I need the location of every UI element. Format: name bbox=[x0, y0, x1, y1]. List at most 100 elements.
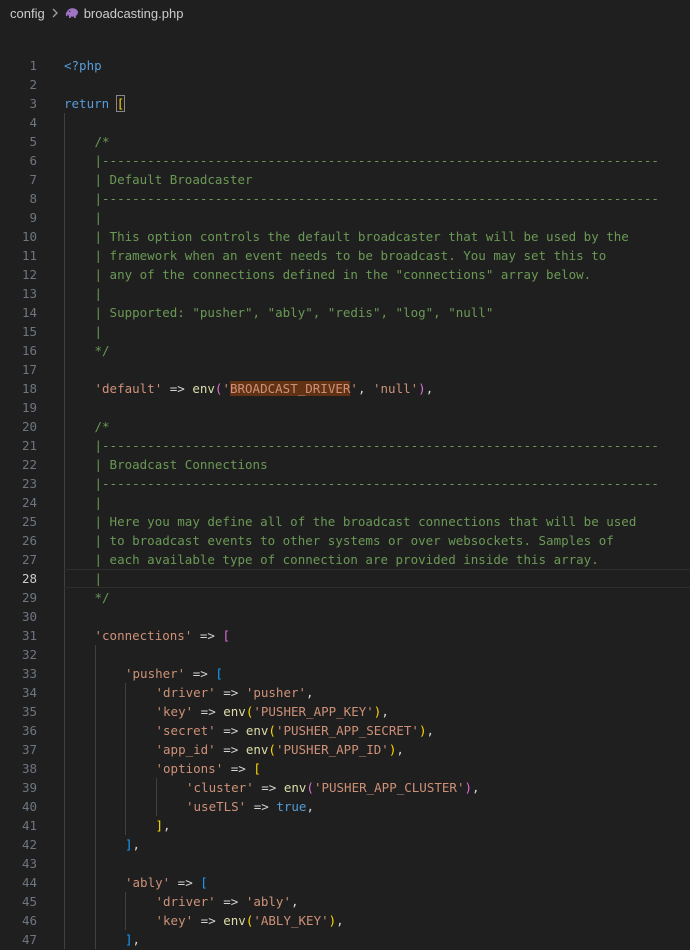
code-token: 'app_id' bbox=[155, 742, 216, 757]
code-line[interactable]: 13 | bbox=[0, 284, 690, 303]
code-line[interactable]: 1 <?php bbox=[0, 56, 690, 75]
line-number: 20 bbox=[21, 419, 37, 434]
breadcrumb-file[interactable]: broadcasting.php bbox=[84, 6, 184, 21]
line-code: | Here you may define all of the broadca… bbox=[95, 512, 637, 531]
indent-guide bbox=[94, 683, 96, 702]
indent-guide bbox=[64, 797, 65, 816]
code-line[interactable]: 44 'ably' => [ bbox=[0, 873, 690, 892]
code-line[interactable]: 14 | Supported: "pusher", "ably", "redis"… bbox=[0, 303, 690, 322]
code-line[interactable]: 29 */ bbox=[0, 588, 690, 607]
line-code: | bbox=[95, 322, 103, 341]
indent-guide bbox=[94, 892, 96, 911]
code-token: true bbox=[276, 799, 307, 814]
line-code: |---------------------------------------… bbox=[95, 436, 659, 455]
line-code: */ bbox=[95, 341, 110, 360]
code-line[interactable]: 43 bbox=[0, 854, 690, 873]
code-line[interactable]: 4 bbox=[0, 113, 690, 132]
code-line[interactable]: 32 bbox=[0, 645, 690, 664]
indent-guide bbox=[64, 873, 65, 892]
indent-guide bbox=[64, 835, 65, 854]
code-line[interactable]: 3 return [ bbox=[0, 94, 690, 113]
indent-guide bbox=[64, 854, 65, 873]
line-code: 'cluster' => env('PUSHER_APP_CLUSTER'), bbox=[186, 778, 480, 797]
indent-guide bbox=[64, 132, 65, 151]
code-token: 'options' bbox=[155, 761, 224, 776]
code-line[interactable]: 16 */ bbox=[0, 341, 690, 360]
code-line[interactable]: 41], bbox=[0, 816, 690, 835]
code-line[interactable]: 40 'useTLS' => true, bbox=[0, 797, 690, 816]
code-token: | any of the connections defined in the … bbox=[94, 267, 592, 282]
code-line[interactable]: 7 | Default Broadcaster bbox=[0, 170, 690, 189]
code-line[interactable]: 39 'cluster' => env('PUSHER_APP_CLUSTER')… bbox=[0, 778, 690, 797]
code-line[interactable]: 18 'default' => env('BROADCAST_DRIVER', '… bbox=[0, 379, 690, 398]
indent-guide bbox=[64, 474, 65, 493]
code-token: ' bbox=[222, 381, 230, 396]
indent-guide bbox=[64, 284, 65, 303]
breadcrumb-folder[interactable]: config bbox=[10, 6, 45, 21]
code-line[interactable]: 37 'app_id' => env('PUSHER_APP_ID'), bbox=[0, 740, 690, 759]
code-token: ) bbox=[464, 780, 472, 795]
code-line[interactable]: 10 | This option controls the default bro… bbox=[0, 227, 690, 246]
code-line[interactable]: 47], bbox=[0, 930, 690, 949]
line-number: 15 bbox=[21, 324, 37, 339]
code-line[interactable]: 2 bbox=[0, 75, 690, 94]
indent-guide bbox=[64, 379, 65, 398]
line-number: 12 bbox=[21, 267, 37, 282]
code-token: => bbox=[192, 628, 223, 643]
code-line[interactable]: 46 'key' => env('ABLY_KEY'), bbox=[0, 911, 690, 930]
code-token: return bbox=[64, 96, 117, 111]
code-line[interactable]: 5 /* bbox=[0, 132, 690, 151]
code-line[interactable]: 33 'pusher' => [ bbox=[0, 664, 690, 683]
code-line[interactable]: 45 'driver' => 'ably', bbox=[0, 892, 690, 911]
indent-guide bbox=[94, 721, 96, 740]
code-line[interactable]: 28 | bbox=[0, 569, 690, 588]
code-line[interactable]: 42], bbox=[0, 835, 690, 854]
line-code: /* bbox=[95, 132, 110, 151]
code-token: , bbox=[425, 381, 434, 396]
line-number: 10 bbox=[21, 229, 37, 244]
code-token: => bbox=[193, 913, 224, 928]
indent-guide bbox=[64, 664, 65, 683]
code-token: ] bbox=[155, 818, 164, 833]
code-token: | framework when an event needs to be br… bbox=[94, 248, 607, 263]
line-number: 32 bbox=[21, 647, 37, 662]
code-line[interactable]: 26 | to broadcast events to other systems… bbox=[0, 531, 690, 550]
code-line[interactable]: 38 'options' => [ bbox=[0, 759, 690, 778]
code-line[interactable]: 24 | bbox=[0, 493, 690, 512]
indent-guide bbox=[64, 816, 65, 835]
indent-guide bbox=[64, 455, 65, 474]
code-line[interactable]: 25 | Here you may define all of the broad… bbox=[0, 512, 690, 531]
line-code: 'useTLS' => true, bbox=[186, 797, 314, 816]
code-line[interactable]: 35 'key' => env('PUSHER_APP_KEY'), bbox=[0, 702, 690, 721]
code-line[interactable]: 31 'connections' => [ bbox=[0, 626, 690, 645]
code-line[interactable]: 11 | framework when an event needs to be … bbox=[0, 246, 690, 265]
indent-guide bbox=[125, 892, 126, 911]
indent-guide bbox=[64, 778, 65, 797]
code-line[interactable]: 22 | Broadcast Connections bbox=[0, 455, 690, 474]
code-token: | Default Broadcaster bbox=[94, 172, 253, 187]
code-line[interactable]: 27 | each available type of connection ar… bbox=[0, 550, 690, 569]
code-line[interactable]: 12 | any of the connections defined in th… bbox=[0, 265, 690, 284]
code-line[interactable]: 23 |-------------------------------------… bbox=[0, 474, 690, 493]
indent-guide bbox=[94, 816, 96, 835]
code-line[interactable]: 36 'secret' => env('PUSHER_APP_SECRET'), bbox=[0, 721, 690, 740]
code-line[interactable]: 9 | bbox=[0, 208, 690, 227]
indent-guide bbox=[94, 911, 96, 930]
code-token: | This option controls the default broad… bbox=[94, 229, 629, 244]
code-line[interactable]: 30 bbox=[0, 607, 690, 626]
code-line[interactable]: 17 bbox=[0, 360, 690, 379]
line-code: | bbox=[95, 284, 103, 303]
code-line[interactable]: 20 /* bbox=[0, 417, 690, 436]
code-token: | bbox=[94, 286, 103, 301]
code-line[interactable]: 15 | bbox=[0, 322, 690, 341]
code-token: |---------------------------------------… bbox=[94, 476, 659, 491]
code-line[interactable]: 21 |-------------------------------------… bbox=[0, 436, 690, 455]
code-line[interactable]: 34 'driver' => 'pusher', bbox=[0, 683, 690, 702]
indent-guide bbox=[64, 170, 65, 189]
code-line[interactable]: 8 |--------------------------------------… bbox=[0, 189, 690, 208]
line-code: | bbox=[95, 569, 103, 588]
code-area[interactable]: 1 <?php 2 3 return [4 5/* 6 |------------------… bbox=[0, 56, 690, 950]
code-token: 'null' bbox=[373, 381, 419, 396]
code-line[interactable]: 19 bbox=[0, 398, 690, 417]
code-line[interactable]: 6 |--------------------------------------… bbox=[0, 151, 690, 170]
